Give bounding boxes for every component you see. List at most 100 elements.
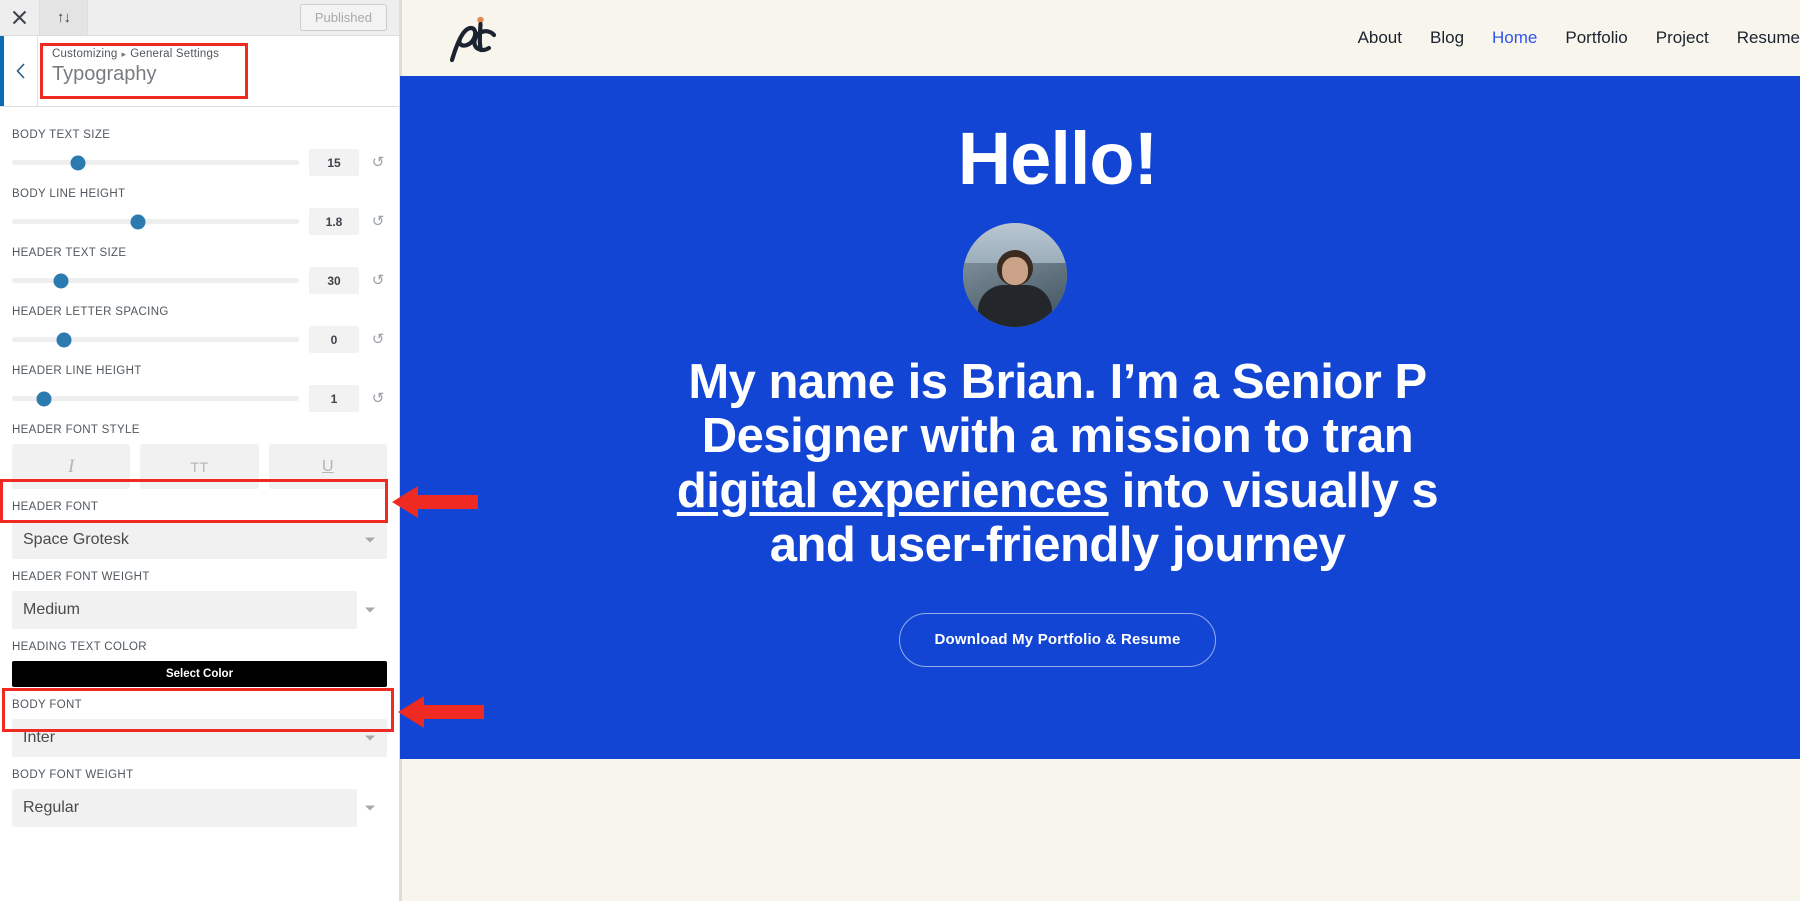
reset-icon[interactable]: ↺ (369, 155, 387, 170)
uppercase-button[interactable]: TT (140, 444, 259, 489)
hero-headline-line-3-rest: into visually s (1108, 463, 1439, 518)
control-header-letter-spacing: HEADER LETTER SPACING 0 ↺ (12, 306, 387, 353)
header-letter-spacing-value[interactable]: 0 (309, 326, 359, 353)
body-text-size-value[interactable]: 15 (309, 149, 359, 176)
below-hero-section (400, 759, 1800, 901)
avatar (963, 223, 1067, 327)
device-toggle-icon[interactable]: ↑↓ (40, 0, 88, 35)
body-text-size-slider[interactable] (12, 155, 299, 170)
slider-row: 30 ↺ (12, 267, 387, 294)
customizer-controls: BODY TEXT SIZE 15 ↺ BODY LINE HEIGHT 1.8 (0, 107, 399, 827)
nav-item-home[interactable]: Home (1492, 28, 1537, 48)
italic-button[interactable]: I (12, 444, 131, 489)
breadcrumb-separator-icon: ▸ (121, 49, 127, 59)
underline-button[interactable]: U (268, 444, 387, 489)
control-label: HEADER FONT WEIGHT (12, 571, 150, 583)
control-header-font: HEADER FONT Space Grotesk (12, 501, 387, 559)
control-label: BODY LINE HEIGHT (12, 188, 126, 200)
control-label: HEADER LETTER SPACING (12, 306, 169, 318)
slider-row: 1.8 ↺ (12, 208, 387, 235)
body-font-weight-select-wrap: Regular (12, 789, 387, 827)
site-header: About Blog Home Portfolio Project Resume (400, 0, 1800, 76)
body-font-select-wrap: Inter (12, 719, 387, 757)
control-label: BODY TEXT SIZE (12, 129, 111, 141)
slider-thumb[interactable] (130, 214, 146, 229)
body-font-weight-select[interactable]: Regular (12, 789, 357, 827)
header-font-weight-select[interactable]: Medium (12, 591, 357, 629)
control-body-font: BODY FONT Inter (12, 699, 387, 757)
reset-icon[interactable]: ↺ (369, 273, 387, 288)
slider-thumb[interactable] (70, 155, 86, 170)
font-style-group: I TT U (12, 444, 387, 489)
hero-headline: My name is Brian. I’m a Senior P Designe… (400, 355, 1800, 573)
header-font-select-wrap: Space Grotesk (12, 521, 387, 559)
hero-headline-underlined: digital experiences (676, 463, 1109, 518)
slider-thumb[interactable] (36, 391, 52, 406)
body-font-select[interactable]: Inter (12, 719, 387, 757)
back-button[interactable] (0, 36, 38, 106)
header-line-height-slider[interactable] (12, 391, 299, 406)
page-title: Typography (52, 63, 157, 85)
reset-icon[interactable]: ↺ (369, 391, 387, 406)
nav-item-blog[interactable]: Blog (1430, 28, 1464, 48)
control-label: HEADER FONT STYLE (12, 424, 140, 436)
control-label: HEADER TEXT SIZE (12, 247, 127, 259)
slider-row: 1 ↺ (12, 385, 387, 412)
site-logo-icon[interactable] (440, 10, 510, 66)
hero-headline-line-4: and user-friendly journey (769, 518, 1346, 573)
nav-item-resume[interactable]: Resume (1737, 28, 1800, 48)
panel-titles: Customizing ▸ General Settings Typography (38, 36, 219, 106)
breadcrumb-parent: General Settings (130, 48, 220, 60)
slider-thumb[interactable] (53, 273, 69, 288)
select-color-button[interactable]: Select Color (12, 661, 387, 687)
nav-item-portfolio[interactable]: Portfolio (1565, 28, 1627, 48)
slider-row: 0 ↺ (12, 326, 387, 353)
header-font-weight-select-wrap: Medium (12, 591, 387, 629)
slider-thumb[interactable] (56, 332, 72, 347)
hero-headline-line-1: My name is Brian. I’m a Senior P (688, 355, 1427, 409)
nav-item-project[interactable]: Project (1656, 28, 1709, 48)
publish-button[interactable]: Published (299, 4, 387, 31)
nav-item-about[interactable]: About (1358, 28, 1402, 48)
control-heading-text-color: HEADING TEXT COLOR Select Color (12, 641, 387, 687)
download-portfolio-button[interactable]: Download My Portfolio & Resume (899, 612, 1216, 667)
chevron-down-icon (365, 805, 375, 811)
customizer-sidebar: ↑↓ Published Customizing ▸ General Setting… (0, 0, 400, 901)
hero-section: Hello! My name is Brian. I’m a Senior P … (400, 76, 1800, 759)
control-label: BODY FONT WEIGHT (12, 769, 134, 781)
close-icon[interactable] (0, 0, 40, 35)
control-header-font-style: HEADER FONT STYLE I TT U (12, 424, 387, 489)
control-label: HEADER LINE HEIGHT (12, 365, 142, 377)
breadcrumb: Customizing ▸ General Settings (52, 48, 219, 60)
reset-icon[interactable]: ↺ (369, 214, 387, 229)
site-preview: About Blog Home Portfolio Project Resume… (400, 0, 1800, 901)
site-nav: About Blog Home Portfolio Project Resume (1358, 28, 1800, 48)
hero-greeting: Hello! (957, 117, 1159, 200)
control-label: HEADING TEXT COLOR (12, 641, 147, 653)
hero-headline-line-2: Designer with a mission to tran (701, 409, 1414, 464)
control-header-line-height: HEADER LINE HEIGHT 1 ↺ (12, 365, 387, 412)
control-body-font-weight: BODY FONT WEIGHT Regular (12, 769, 387, 827)
control-body-text-size: BODY TEXT SIZE 15 ↺ (12, 129, 387, 176)
customizer-screen: ↑↓ Published Customizing ▸ General Setting… (0, 0, 1800, 901)
slider-row: 15 ↺ (12, 149, 387, 176)
control-label: BODY FONT (12, 699, 83, 711)
breadcrumb-root: Customizing (52, 48, 118, 60)
body-line-height-slider[interactable] (12, 214, 299, 229)
header-line-height-value[interactable]: 1 (309, 385, 359, 412)
control-header-font-weight: HEADER FONT WEIGHT Medium (12, 571, 387, 629)
customizer-topbar: ↑↓ Published (0, 0, 399, 36)
control-header-text-size: HEADER TEXT SIZE 30 ↺ (12, 247, 387, 294)
avatar-face (1002, 257, 1028, 286)
avatar-body (978, 285, 1052, 327)
control-body-line-height: BODY LINE HEIGHT 1.8 ↺ (12, 188, 387, 235)
header-font-select[interactable]: Space Grotesk (12, 521, 387, 559)
header-text-size-value[interactable]: 30 (309, 267, 359, 294)
body-line-height-value[interactable]: 1.8 (309, 208, 359, 235)
panel-header: Customizing ▸ General Settings Typography (0, 36, 399, 107)
reset-icon[interactable]: ↺ (369, 332, 387, 347)
hero-headline-line-3: digital experiences into visually s (400, 464, 1800, 518)
header-text-size-slider[interactable] (12, 273, 299, 288)
header-letter-spacing-slider[interactable] (12, 332, 299, 347)
